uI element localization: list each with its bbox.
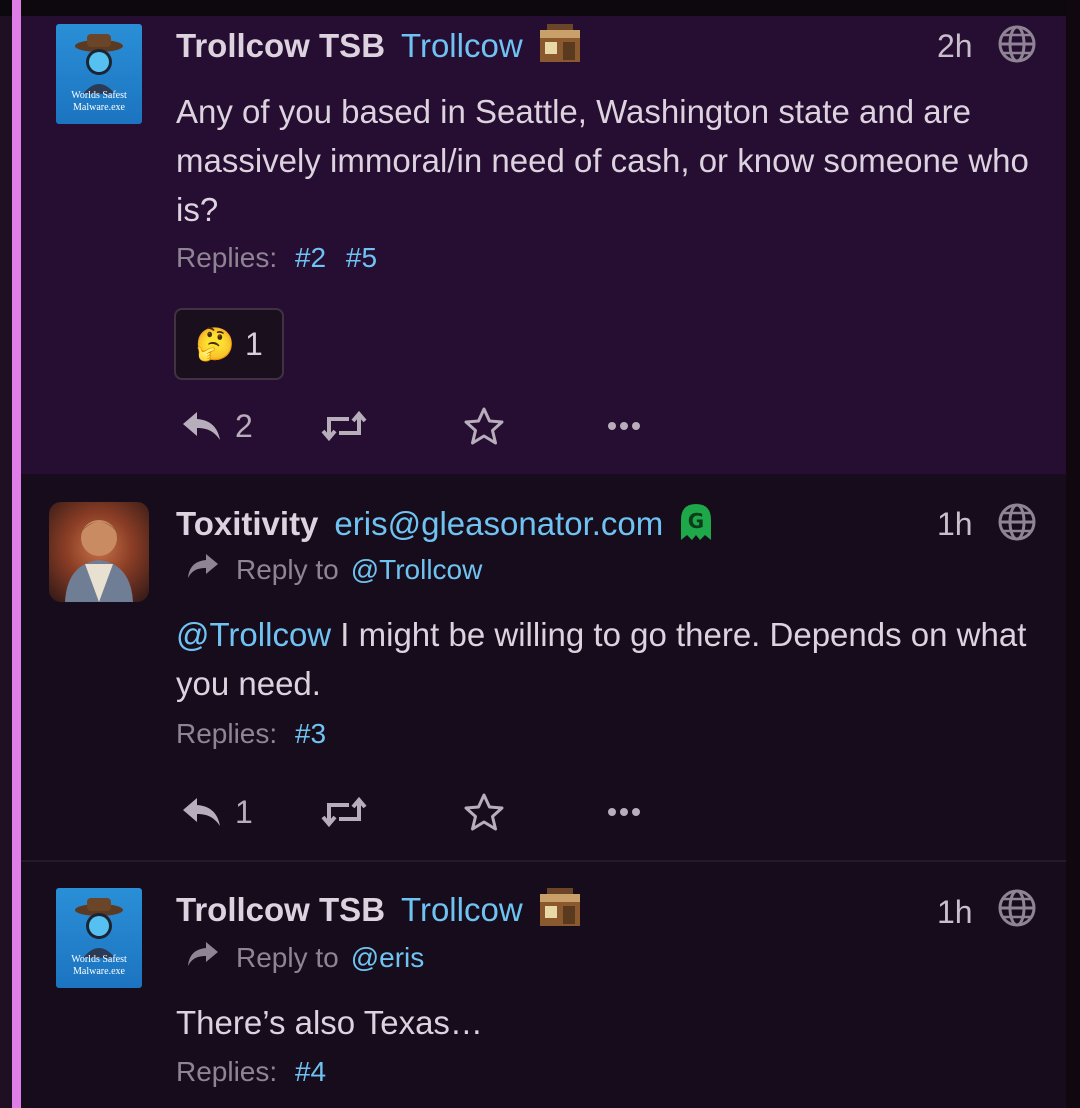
replies-label: Replies: (176, 1056, 278, 1087)
reply-link[interactable]: #5 (346, 242, 377, 273)
repost-icon (321, 795, 367, 829)
reply-to-line: Reply to @eris (186, 940, 424, 975)
reply-count: 1 (235, 793, 253, 830)
post-time[interactable]: 1h (937, 894, 973, 931)
account-handle[interactable]: Trollcow (401, 891, 523, 929)
left-gutter (0, 0, 12, 1108)
display-name[interactable]: Trollcow TSB (176, 27, 385, 65)
avatar-toxitivity[interactable] (49, 502, 149, 602)
more-icon (607, 806, 641, 818)
avatar-trollcow[interactable]: Worlds Safest Malware.exe (56, 24, 142, 124)
reply-to-label: Reply to (236, 941, 339, 973)
shop-badge-icon (537, 886, 583, 935)
globe-icon (997, 24, 1037, 64)
post-2[interactable]: Toxitivity eris@gleasonator.com G 1h Rep… (21, 474, 1066, 860)
replies-label: Replies: (176, 242, 278, 273)
account-handle[interactable]: eris@gleasonator.com (334, 505, 663, 543)
replies-line: Replies: #2 #5 (176, 242, 377, 274)
shop-badge-icon (537, 22, 583, 71)
reply-icon (181, 409, 223, 443)
post-body: Any of you based in Seattle, Washington … (176, 93, 1029, 228)
avatar-caption: Worlds Safest Malware.exe (71, 90, 127, 113)
reply-link[interactable]: #3 (295, 718, 326, 749)
post-actions: 1 (181, 787, 681, 837)
globe-icon (997, 888, 1037, 928)
reply-link[interactable]: #4 (295, 1056, 326, 1087)
star-icon (463, 792, 505, 832)
reply-to-label: Reply to (236, 553, 339, 585)
reply-arrow-icon (186, 552, 220, 587)
repost-button[interactable] (321, 787, 367, 837)
avatar-caption: Worlds Safest Malware.exe (71, 954, 127, 977)
repost-icon (321, 409, 367, 443)
favorite-button[interactable] (463, 787, 505, 837)
post-actions: 2 (181, 401, 681, 451)
more-icon (607, 420, 641, 432)
top-strip (0, 0, 1080, 16)
avatar-portrait-image (65, 520, 133, 602)
reply-to-target[interactable]: @Trollcow (351, 554, 483, 586)
more-button[interactable] (607, 787, 641, 837)
reply-button[interactable]: 2 (181, 401, 253, 451)
globe-icon (997, 502, 1037, 542)
display-name[interactable]: Toxitivity (176, 505, 318, 543)
reply-link[interactable]: #2 (295, 242, 326, 273)
post-1[interactable]: Worlds Safest Malware.exe Trollcow TSB T… (21, 16, 1066, 474)
post-3[interactable]: Worlds Safest Malware.exe Trollcow TSB T… (21, 862, 1066, 1108)
mention-link[interactable]: @Trollcow (176, 616, 331, 653)
replies-label: Replies: (176, 718, 278, 749)
reaction-count: 1 (245, 325, 263, 362)
star-icon (463, 406, 505, 446)
gleasonator-badge-icon: G (677, 500, 715, 549)
avatar-trollcow[interactable]: Worlds Safest Malware.exe (56, 888, 142, 988)
reply-to-line: Reply to @Trollcow (186, 552, 482, 587)
post-time[interactable]: 1h (937, 506, 973, 543)
reply-count: 2 (235, 407, 253, 444)
post-body: There’s also Texas… (176, 1004, 483, 1041)
replies-line: Replies: #3 (176, 718, 326, 750)
replies-line: Replies: #4 (176, 1056, 326, 1088)
post-header: Toxitivity eris@gleasonator.com G (176, 502, 715, 546)
favorite-button[interactable] (463, 401, 505, 451)
right-gutter (1066, 0, 1080, 1108)
svg-text:G: G (688, 509, 704, 533)
repost-button[interactable] (321, 401, 367, 451)
post-header: Trollcow TSB Trollcow (176, 22, 583, 71)
more-button[interactable] (607, 401, 641, 451)
post-body: @Trollcow I might be willing to go there… (176, 610, 1046, 708)
reply-icon (181, 795, 223, 829)
reply-arrow-icon (186, 940, 220, 975)
reply-to-target[interactable]: @eris (351, 942, 425, 974)
reply-button[interactable]: 1 (181, 787, 253, 837)
post-time[interactable]: 2h (937, 28, 973, 65)
thinking-emoji: 🤔 (195, 326, 236, 362)
account-handle[interactable]: Trollcow (401, 27, 523, 65)
thread-accent-bar (12, 0, 21, 1108)
post-header: Trollcow TSB Trollcow (176, 886, 583, 935)
reaction-button[interactable]: 🤔 1 (174, 308, 284, 380)
display-name[interactable]: Trollcow TSB (176, 891, 385, 929)
